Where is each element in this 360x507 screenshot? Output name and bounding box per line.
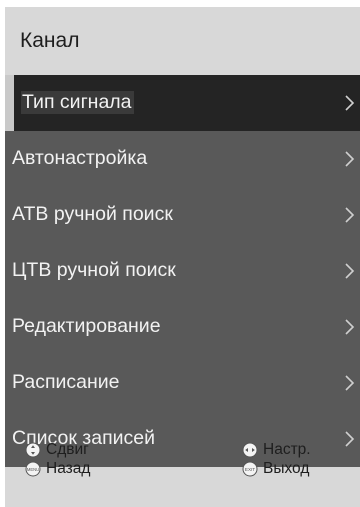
menu-item-label: Редактирование — [12, 315, 161, 338]
menu-item-signal-type[interactable]: Тип сигнала — [5, 75, 360, 131]
channel-menu-panel: Канал Тип сигнала Автонастройка АТВ ручн… — [5, 7, 360, 507]
chevron-right-icon — [345, 319, 355, 335]
menu-item-label: Автонастройка — [12, 147, 148, 170]
menu-list: Тип сигнала Автонастройка АТВ ручной пои… — [5, 75, 360, 467]
menu-item-dtv-manual-search[interactable]: ЦТВ ручной поиск — [5, 243, 360, 299]
menu-item-schedule[interactable]: Расписание — [5, 355, 360, 411]
hint-move: Сдвиг — [25, 441, 89, 459]
chevron-right-icon — [345, 95, 355, 111]
menu-button-icon: MENU — [25, 461, 41, 477]
menu-item-auto-tuning[interactable]: Автонастройка — [5, 131, 360, 187]
menu-item-label: ЦТВ ручной поиск — [12, 259, 176, 282]
menu-item-label: Тип сигнала — [21, 91, 134, 115]
menu-item-atv-manual-search[interactable]: АТВ ручной поиск — [5, 187, 360, 243]
hint-back: MENU Назад — [25, 460, 90, 478]
hint-settings-label: Настр. — [263, 441, 311, 458]
exit-button-icon: EXIT — [242, 461, 258, 477]
chevron-right-icon — [345, 151, 355, 167]
hint-settings: Настр. — [242, 441, 311, 459]
hint-back-label: Назад — [46, 460, 91, 477]
hint-move-label: Сдвиг — [46, 441, 89, 458]
menu-item-label: Расписание — [12, 371, 120, 394]
svg-text:MENU: MENU — [27, 467, 39, 472]
up-down-nav-icon — [25, 442, 41, 458]
hint-exit-label: Выход — [263, 460, 310, 477]
key-hints-footer: Сдвиг MENU Назад Настр. EXIT Выход — [5, 437, 360, 507]
menu-item-label: АТВ ручной поиск — [12, 203, 173, 226]
chevron-right-icon — [345, 263, 355, 279]
chevron-right-icon — [345, 207, 355, 223]
left-right-nav-icon — [242, 442, 258, 458]
menu-title: Канал — [20, 29, 80, 52]
hint-exit: EXIT Выход — [242, 460, 309, 478]
chevron-right-icon — [345, 375, 355, 391]
menu-item-editing[interactable]: Редактирование — [5, 299, 360, 355]
svg-text:EXIT: EXIT — [245, 467, 255, 472]
